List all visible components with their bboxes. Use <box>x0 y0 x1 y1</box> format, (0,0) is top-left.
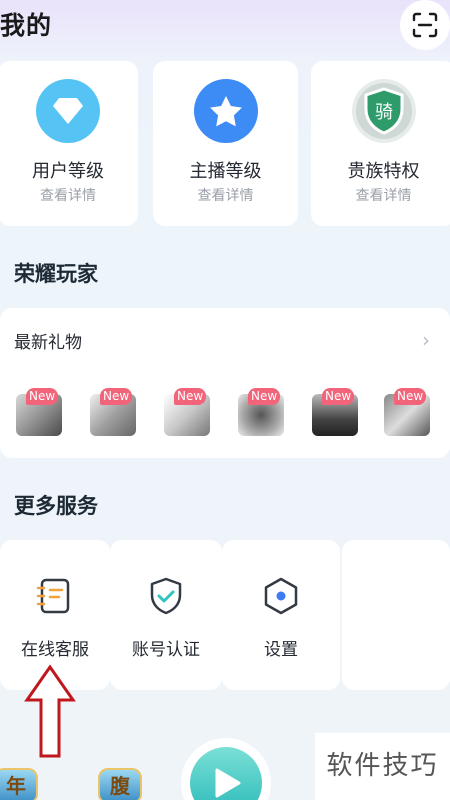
services-section-title: 更多服务 <box>14 494 98 518</box>
noble-privilege-details: 查看详情 <box>355 188 412 204</box>
empty-service-slot <box>342 540 450 690</box>
gift-item[interactable]: New <box>164 388 210 436</box>
gift-item[interactable]: New <box>90 388 136 436</box>
new-tag: New <box>174 388 207 405</box>
new-tag: New <box>394 388 427 405</box>
settings-button[interactable]: 设置 <box>222 540 340 690</box>
latest-gifts-card[interactable]: 最新礼物 › New New New New New New <box>0 308 450 458</box>
hexagon-settings-icon <box>264 577 298 615</box>
star-icon <box>193 79 258 143</box>
scan-button[interactable] <box>400 0 450 50</box>
noble-privilege-card[interactable]: 骑 贵族特权 查看详情 <box>311 61 450 226</box>
watermark: 软件技巧 <box>315 733 450 800</box>
notebook-icon <box>36 578 70 614</box>
account-verify-label: 账号认证 <box>132 640 200 660</box>
gift-item[interactable]: New <box>16 388 62 436</box>
diamond-icon <box>36 79 100 143</box>
user-level-card[interactable]: 用户等级 查看详情 <box>0 61 138 226</box>
knight-badge-text: 骑 <box>375 102 393 123</box>
gift-item[interactable]: New <box>312 388 358 436</box>
new-tag: New <box>322 388 355 405</box>
new-tag: New <box>100 388 133 405</box>
new-tag: New <box>248 388 281 405</box>
level-cards: 用户等级 查看详情 主播等级 查看详情 骑 贵族特权 查看详情 <box>0 61 450 226</box>
knight-shield-icon: 骑 <box>351 79 416 143</box>
host-level-card[interactable]: 主播等级 查看详情 <box>153 61 298 226</box>
play-button[interactable] <box>181 738 271 800</box>
user-level-label: 用户等级 <box>32 161 104 182</box>
host-level-details: 查看详情 <box>197 188 254 204</box>
nav-badge-mid[interactable]: 腹 <box>98 768 142 800</box>
host-level-label: 主播等级 <box>189 161 262 182</box>
shield-check-icon <box>150 577 182 615</box>
play-icon <box>190 747 262 800</box>
page-title: 我的 <box>0 11 53 40</box>
noble-privilege-label: 贵族特权 <box>347 161 420 182</box>
online-service-label: 在线客服 <box>21 640 89 660</box>
pointer-arrow <box>24 664 76 758</box>
latest-gifts-title: 最新礼物 <box>14 333 82 353</box>
nav-badge-left[interactable]: 年 <box>0 768 38 800</box>
user-level-details: 查看详情 <box>40 188 96 204</box>
new-tag: New <box>26 388 59 405</box>
scan-icon <box>412 12 438 38</box>
chevron-right-icon[interactable]: › <box>422 328 430 352</box>
settings-label: 设置 <box>264 640 298 660</box>
gift-item[interactable]: New <box>238 388 284 436</box>
honor-section-title: 荣耀玩家 <box>14 262 98 286</box>
gift-item[interactable]: New <box>384 388 430 436</box>
account-verify-button[interactable]: 账号认证 <box>110 540 222 690</box>
